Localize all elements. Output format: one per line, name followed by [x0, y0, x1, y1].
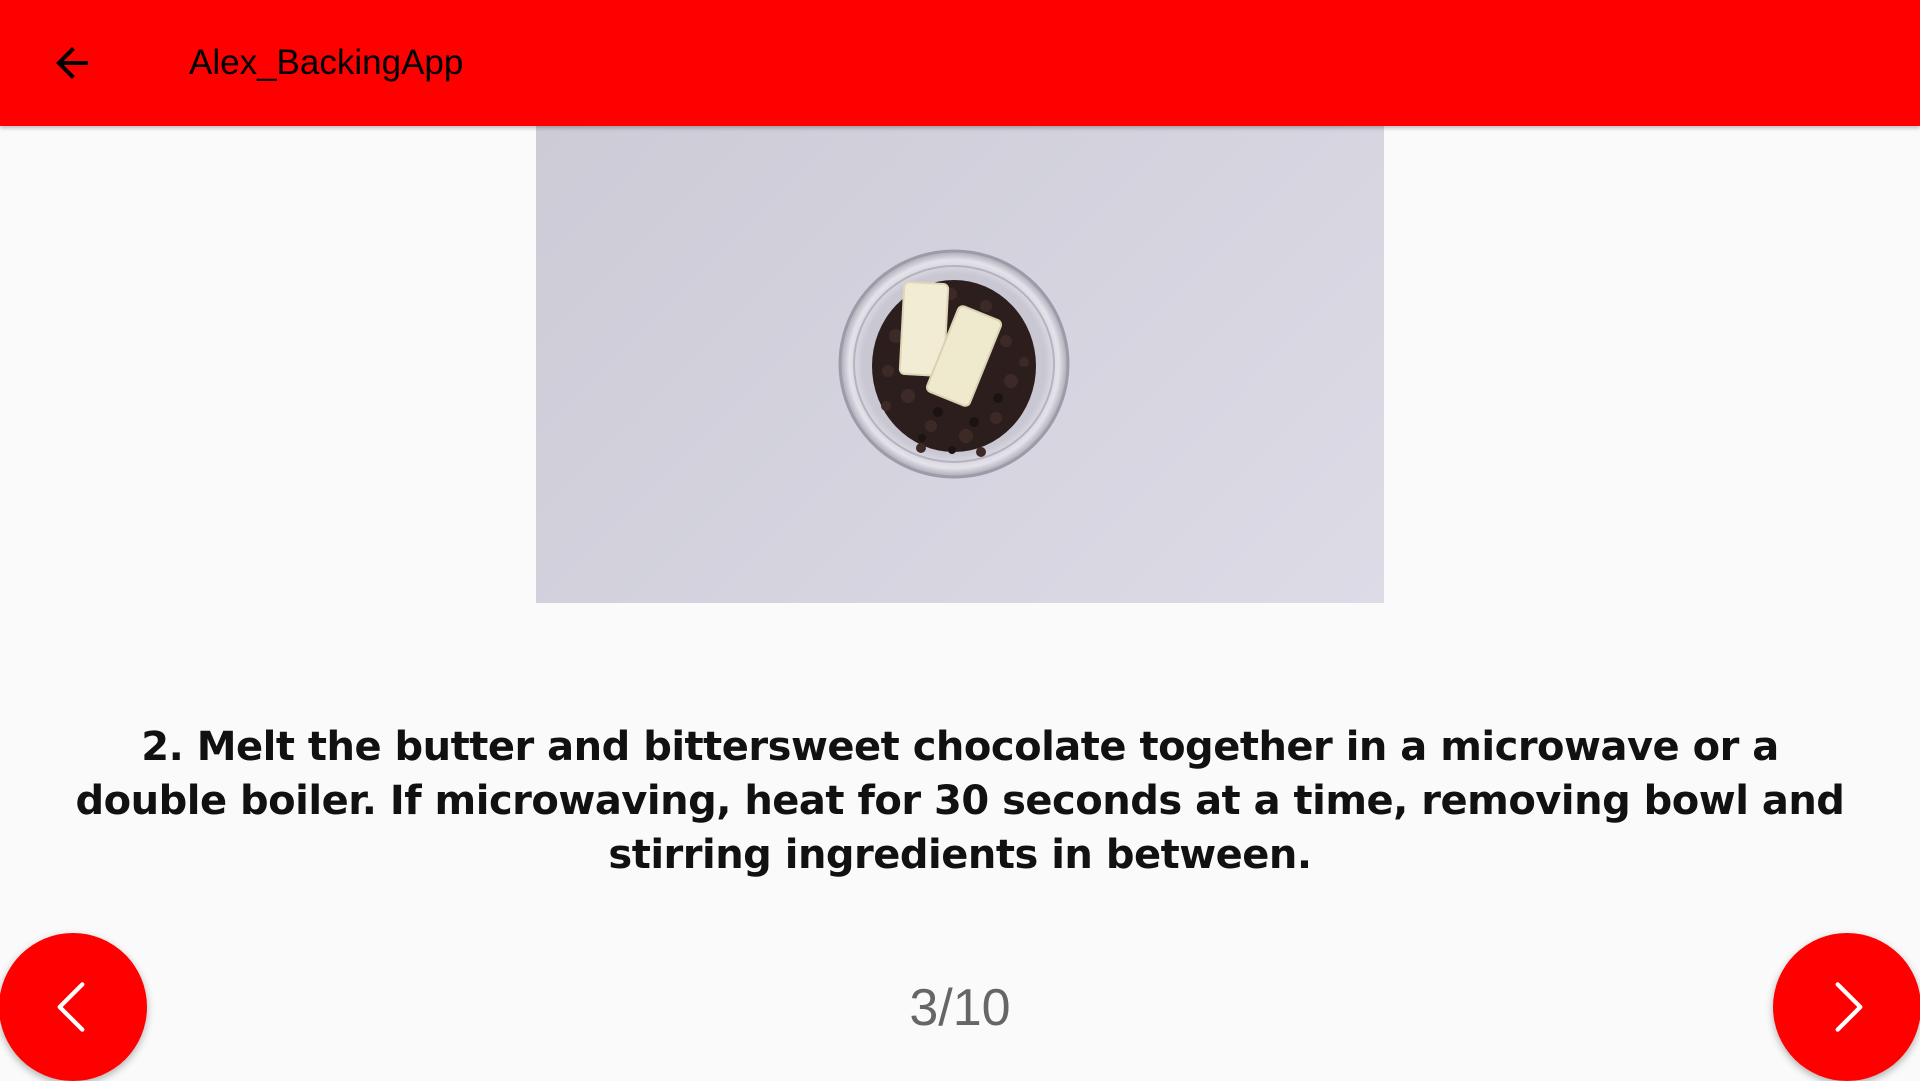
back-button[interactable] — [30, 24, 114, 102]
video-thumbnail-image — [838, 249, 1070, 479]
step-description: 2. Melt the butter and bittersweet choco… — [75, 724, 1845, 878]
chevron-left-icon — [57, 982, 85, 1032]
chevron-right-icon — [1835, 982, 1863, 1032]
previous-step-button[interactable] — [0, 933, 147, 1081]
app-bar: Alex_BackingApp — [0, 0, 1920, 126]
step-video-player[interactable] — [536, 126, 1384, 603]
app-title: Alex_BackingApp — [189, 43, 464, 82]
arrow-back-icon — [56, 47, 88, 79]
step-counter: 3/10 — [909, 979, 1011, 1037]
next-step-button[interactable] — [1773, 933, 1920, 1081]
